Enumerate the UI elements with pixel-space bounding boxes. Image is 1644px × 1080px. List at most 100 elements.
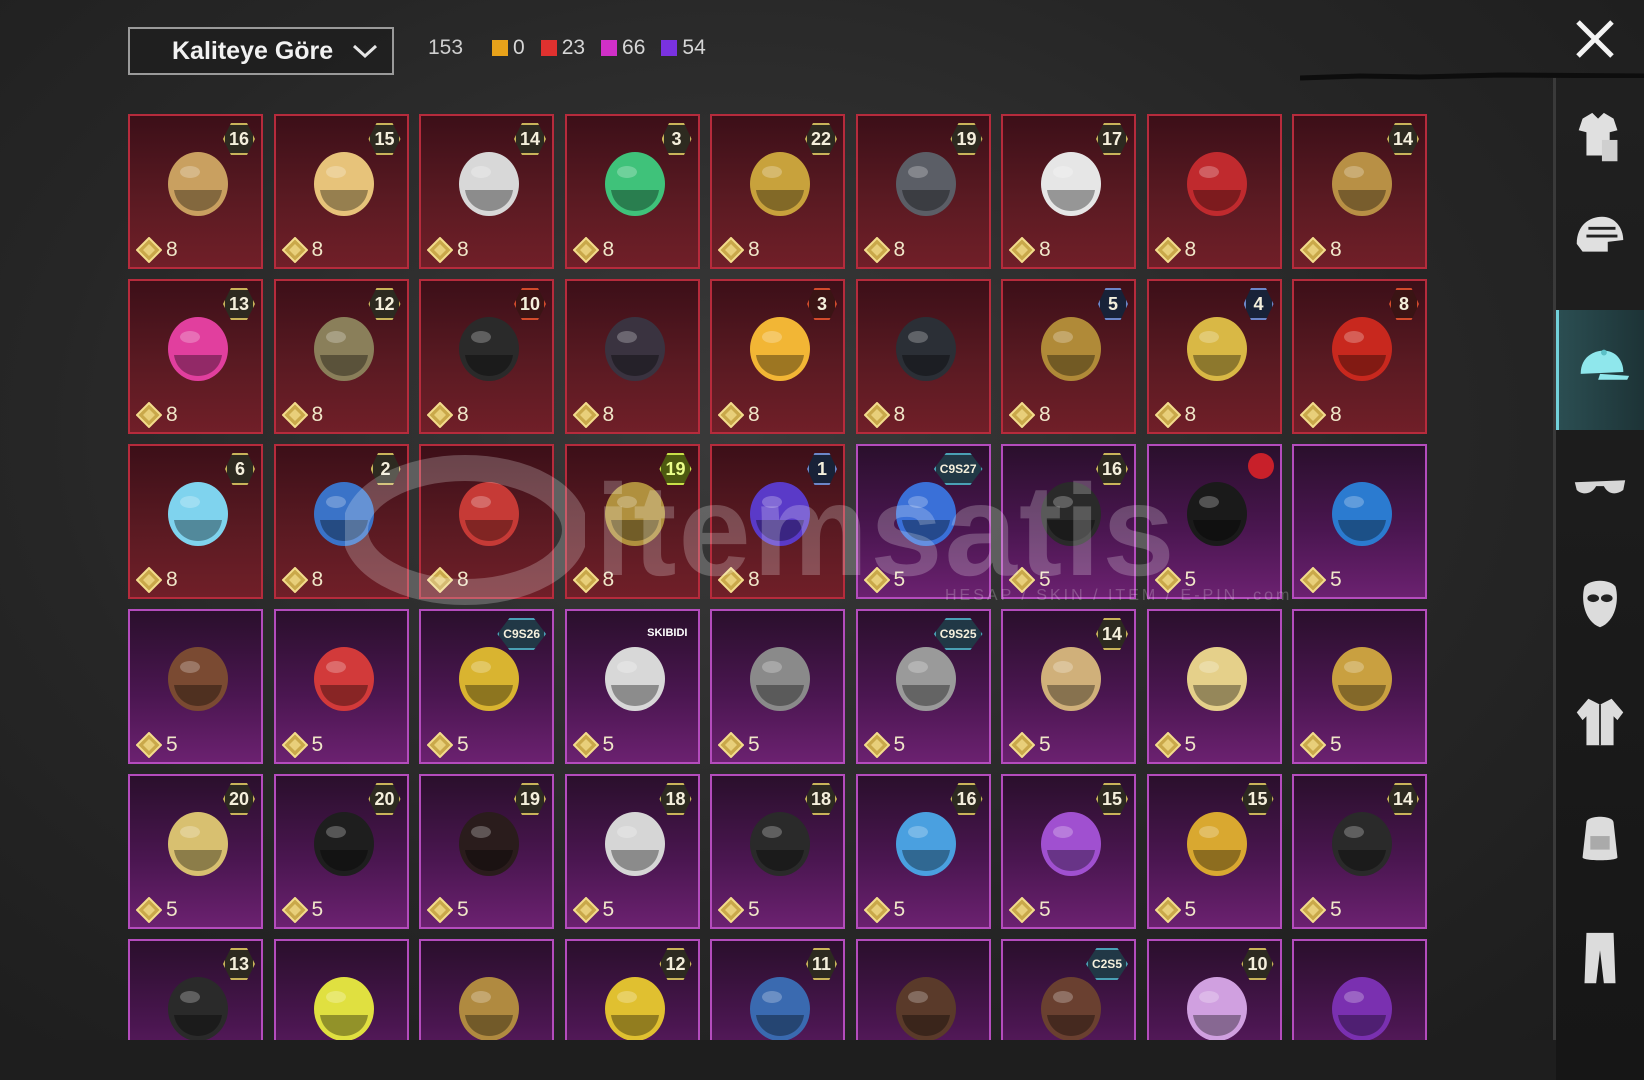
item-card[interactable]: 20 5 (273, 774, 409, 929)
item-card[interactable]: 15 5 (1001, 774, 1136, 929)
sidebar-category-pants[interactable] (1556, 898, 1644, 1018)
category-sidebar (1556, 78, 1644, 1080)
diamond-icon (572, 402, 599, 428)
item-card[interactable]: 5 (1292, 609, 1427, 764)
item-card[interactable]: 8 (564, 279, 700, 434)
rarity-counts: 0 23 66 54 (492, 36, 706, 60)
item-card[interactable]: 20 5 (128, 774, 263, 929)
item-card[interactable]: 18 5 (564, 774, 700, 929)
item-card[interactable]: C2S5 (1001, 939, 1136, 1042)
rarity-swatch (601, 40, 618, 56)
item-card[interactable]: 5 (1292, 444, 1427, 599)
item-card[interactable]: 5 (710, 609, 845, 764)
diamond-icon (427, 732, 453, 758)
diamond-icon (136, 567, 162, 593)
item-card[interactable]: 18 (710, 444, 845, 599)
item-card[interactable]: C9S25 5 (855, 609, 991, 764)
item-image (1186, 482, 1247, 546)
item-card[interactable]: 15 8 (273, 114, 409, 269)
item-cost: 5 (718, 732, 760, 758)
item-card[interactable]: 13 8 (128, 279, 263, 434)
item-card[interactable]: 17 8 (1001, 114, 1136, 269)
item-cost: 8 (1300, 402, 1342, 428)
item-card[interactable] (855, 939, 991, 1042)
sidebar-category-cap[interactable] (1556, 310, 1644, 430)
diamond-icon (281, 732, 308, 758)
item-cost-value: 5 (893, 733, 906, 756)
item-card[interactable]: 48 (1146, 279, 1282, 434)
item-card[interactable]: 58 (1001, 279, 1136, 434)
item-card[interactable]: 8 (419, 444, 554, 599)
item-card[interactable]: 5 (1146, 444, 1282, 599)
item-card[interactable]: 16 5 (855, 774, 991, 929)
item-card[interactable]: 22 8 (710, 114, 845, 269)
item-cost-value: 8 (748, 403, 760, 426)
item-card[interactable]: 14 5 (1001, 609, 1136, 764)
diamond-icon (281, 897, 308, 923)
item-cost: 5 (1300, 897, 1342, 923)
item-cost-value: 5 (1184, 733, 1197, 756)
inventory-grid-scroll[interactable]: 16 8 15 8 14 8 3 8 22 8 19 8 17 8 8 14 8 13 8 12 8 10 8 8 3 8 8 5 8 4… (128, 114, 1438, 1042)
item-card[interactable]: 11 (710, 939, 845, 1042)
item-cost-value: 5 (748, 733, 760, 756)
item-card[interactable]: 16 8 (128, 114, 263, 269)
backpack-icon (1582, 816, 1618, 861)
item-card[interactable]: 88 (1292, 279, 1427, 434)
item-card[interactable]: 8 (1146, 114, 1282, 269)
item-card[interactable]: 12 8 (273, 279, 409, 434)
item-card[interactable]: 5 (1146, 609, 1282, 764)
sidebar-category-backpack[interactable] (1556, 778, 1644, 898)
item-card[interactable]: 5 (128, 609, 263, 764)
jacket-icon (1576, 698, 1624, 746)
item-card[interactable] (1292, 939, 1427, 1042)
sidebar-category-helmet[interactable] (1556, 178, 1644, 298)
item-cost: 5 (281, 732, 323, 758)
item-card[interactable] (419, 939, 554, 1042)
item-card[interactable]: 38 (710, 279, 845, 434)
item-image (604, 317, 665, 381)
item-card[interactable]: 14 8 (419, 114, 554, 269)
item-card[interactable]: C9S27 5 (855, 444, 991, 599)
item-card[interactable]: 19 5 (419, 774, 554, 929)
item-card[interactable]: 12 (564, 939, 700, 1042)
item-card[interactable]: 16 5 (1001, 444, 1136, 599)
sidebar-category-eyewear[interactable] (1556, 428, 1644, 548)
item-cost: 5 (1154, 897, 1196, 923)
item-cost-value: 5 (1039, 733, 1051, 756)
diamond-icon (718, 897, 744, 923)
item-cost: 5 (1009, 897, 1051, 923)
item-card[interactable]: 18 5 (710, 774, 845, 929)
item-card[interactable]: 19 8 (564, 444, 700, 599)
item-card[interactable]: SKIBIDI 5 (564, 609, 700, 764)
item-card[interactable]: 28 (273, 444, 409, 599)
item-card[interactable]: 14 5 (1292, 774, 1427, 929)
item-card[interactable]: 14 8 (1292, 114, 1427, 269)
bottom-shade (0, 1040, 1556, 1080)
rarity-count-item: 66 (601, 36, 645, 60)
item-card[interactable]: 10 (1146, 939, 1282, 1042)
item-image (750, 647, 810, 711)
item-cost: 8 (427, 567, 469, 593)
item-card[interactable]: 68 (128, 444, 263, 599)
diamond-icon (281, 567, 308, 593)
sidebar-category-mask[interactable] (1556, 544, 1644, 664)
item-card[interactable]: 5 (273, 609, 409, 764)
item-card[interactable]: 10 8 (419, 279, 554, 434)
item-cost: 8 (136, 567, 178, 593)
close-icon[interactable] (1570, 14, 1620, 64)
sort-dropdown[interactable]: Kaliteye Göre (128, 27, 394, 75)
sidebar-category-jacket[interactable] (1556, 662, 1644, 782)
item-badge: SKIBIDI (647, 627, 688, 639)
item-card[interactable]: 19 8 (855, 114, 991, 269)
item-card[interactable]: 8 (855, 279, 991, 434)
item-card[interactable]: 13 (128, 939, 263, 1042)
item-cost-value: 5 (457, 898, 469, 921)
item-cost: 8 (1154, 402, 1196, 428)
item-card[interactable]: 15 5 (1146, 774, 1282, 929)
item-image (313, 977, 374, 1041)
item-card[interactable] (273, 939, 409, 1042)
item-card[interactable]: C9S26 5 (419, 609, 554, 764)
item-card[interactable]: 38 (564, 114, 700, 269)
diamond-icon (1154, 897, 1181, 923)
diamond-icon (1009, 402, 1035, 428)
